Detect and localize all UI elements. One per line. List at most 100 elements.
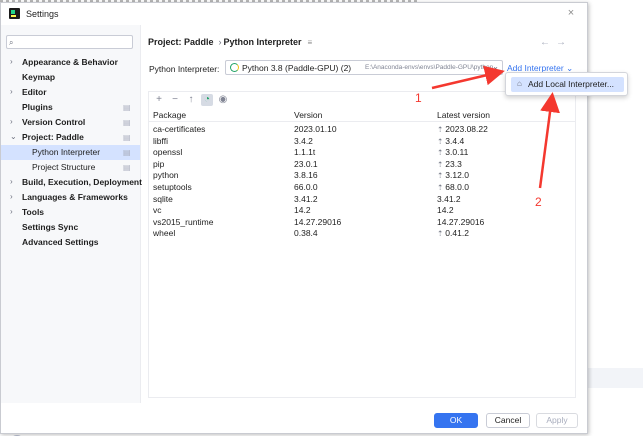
chevron-right-icon[interactable]: › [10,177,18,186]
sidebar-item-build-execution-deployment[interactable]: › Build, Execution, Deployment [1,175,142,190]
latest-version-text: 3.0.11 [445,147,469,158]
project-settings-icon: ▤ [123,133,131,142]
forward-arrow-icon[interactable]: → [556,37,572,48]
add-package-icon[interactable]: + [153,94,165,106]
sidebar-item-advanced-settings[interactable]: Advanced Settings [1,235,140,250]
table-row[interactable]: libffi 3.4.2 ⇡ 3.4.4 [149,136,575,148]
sidebar-item-languages-frameworks[interactable]: › Languages & Frameworks [1,190,140,205]
package-name: vc [153,205,162,216]
latest-version-text: 68.0.0 [445,181,469,192]
annotation-marker-1: 1 [415,91,422,105]
chevron-right-icon[interactable]: › [10,117,18,126]
sidebar-item-version-control[interactable]: › Version Control ▤ [1,115,140,130]
table-row[interactable]: pip 23.0.1 ⇡ 23.3 [149,159,575,171]
cancel-button[interactable]: Cancel [486,413,530,428]
chevron-right-icon[interactable]: › [10,87,18,96]
package-version: 0.38.4 [294,228,318,239]
column-header-latest[interactable]: Latest version [437,110,490,120]
latest-version-text: 0.41.2 [445,228,469,239]
interpreter-select[interactable]: Python 3.8 (Paddle-GPU) (2) E:\Anaconda-… [225,60,503,75]
latest-version-text: 14.2 [437,205,454,216]
chevron-right-icon[interactable]: › [10,207,18,216]
sidebar-item-keymap[interactable]: Keymap [1,70,140,85]
apply-button[interactable]: Apply [536,413,578,428]
breadcrumb-parent[interactable]: Project: Paddle [148,37,214,47]
upgrade-available-icon[interactable]: ⇡ [437,229,443,238]
pycharm-app-icon [9,8,20,19]
upgrade-available-icon[interactable]: ⇡ [437,125,443,134]
menu-lines-icon: ≡ [307,38,313,47]
sidebar-item-label: Build, Execution, Deployment [22,177,142,187]
package-latest-version: 14.2 [437,205,454,215]
latest-version-text: 2023.08.22 [445,124,488,134]
window-title: Settings [26,9,59,19]
interpreter-path: E:\Anaconda-envs\envs\Paddle-GPU\python.… [365,64,493,71]
upgrade-available-icon[interactable]: ⇡ [437,160,443,169]
breadcrumb: Project: Paddle › Python Interpreter ≡ [148,37,314,47]
upgrade-available-icon[interactable]: ⇡ [437,148,443,157]
eye-icon[interactable]: ◉ [217,94,229,106]
table-row[interactable]: vc 14.2 14.2 [149,205,575,217]
sidebar-item-project-structure[interactable]: Project Structure ▤ [1,160,140,175]
interpreter-name: Python 3.8 (Paddle-GPU) (2) [242,63,352,73]
history-arrows: ←→ [540,37,572,48]
column-header-package[interactable]: Package [153,110,186,120]
table-row[interactable]: wheel 0.38.4 ⇡ 0.41.2 [149,228,575,240]
project-settings-icon: ▤ [123,118,131,127]
package-latest-version: ⇡ 0.41.2 [437,228,469,238]
background-strip [588,368,643,388]
table-row[interactable]: setuptools 66.0.0 ⇡ 68.0.0 [149,182,575,194]
packages-table-header: Package Version Latest version [149,109,575,122]
package-latest-version: ⇡ 2023.08.22 [437,124,488,134]
settings-search-box[interactable]: ⌕ [6,35,133,49]
chevron-down-icon[interactable]: ⌄ [10,132,18,141]
chevron-right-icon[interactable]: › [10,192,18,201]
sidebar-item-label: Keymap [22,72,56,82]
breadcrumb-separator: › [218,37,222,47]
sidebar-item-label: Tools [22,207,45,217]
annotation-marker-2: 2 [535,195,542,209]
add-local-interpreter-item[interactable]: ⌂ Add Local Interpreter... [511,77,624,92]
latest-version-text: 23.3 [445,158,462,169]
upgrade-package-icon[interactable]: ↑ [185,94,197,106]
table-row[interactable]: openssl 1.1.1t ⇡ 3.0.11 [149,147,575,159]
table-row[interactable]: ca-certificates 2023.01.10 ⇡ 2023.08.22 [149,124,575,136]
column-header-version[interactable]: Version [294,110,322,120]
sidebar-item-plugins[interactable]: Plugins ▤ [1,100,140,115]
project-settings-icon: ▤ [123,148,131,157]
package-latest-version: ⇡ 23.3 [437,159,462,169]
close-icon[interactable]: × [565,7,577,19]
sidebar-item-appearance-behavior[interactable]: › Appearance & Behavior [1,55,140,70]
table-row[interactable]: vs2015_runtime 14.27.29016 14.27.29016 [149,217,575,229]
latest-version-text: 3.41.2 [437,193,461,204]
latest-version-text: 3.4.4 [445,135,465,146]
sidebar-item-editor[interactable]: › Editor [1,85,140,100]
sidebar-item-settings-sync[interactable]: Settings Sync [1,220,140,235]
sidebar-item-tools[interactable]: › Tools [1,205,140,220]
chevron-right-icon[interactable]: › [10,57,18,66]
settings-search-input[interactable] [20,37,130,48]
add-interpreter-popup: ⌂ Add Local Interpreter... [505,72,628,96]
table-row[interactable]: python 3.8.16 ⇡ 3.12.0 [149,170,575,182]
package-name: setuptools [153,181,192,192]
upgrade-available-icon[interactable]: ⇡ [437,171,443,180]
sidebar-item-python-interpreter[interactable]: Python Interpreter ▤ [1,145,140,160]
interpreter-label: Python Interpreter: [149,64,220,74]
project-settings-icon: ▤ [123,103,131,112]
python-interpreter-icon [230,63,239,72]
sidebar-item-label: Appearance & Behavior [22,57,118,67]
upgrade-available-icon[interactable]: ⇡ [437,183,443,192]
refresh-spinner-icon[interactable]: ◔ [201,94,213,106]
package-latest-version: 14.27.29016 [437,217,484,227]
table-row[interactable]: sqlite 3.41.2 3.41.2 [149,194,575,206]
remove-package-icon[interactable]: − [169,94,181,106]
package-latest-version: ⇡ 68.0.0 [437,182,469,192]
upgrade-available-icon[interactable]: ⇡ [437,137,443,146]
package-version: 1.1.1t [294,147,316,158]
sidebar-item-label: Plugins [22,102,53,112]
package-version: 3.41.2 [294,193,318,204]
back-arrow-icon[interactable]: ← [540,37,556,48]
ok-button[interactable]: OK [434,413,478,428]
sidebar-item-project-paddle[interactable]: ⌄ Project: Paddle ▤ [1,130,140,145]
package-name: ca-certificates [153,124,206,134]
